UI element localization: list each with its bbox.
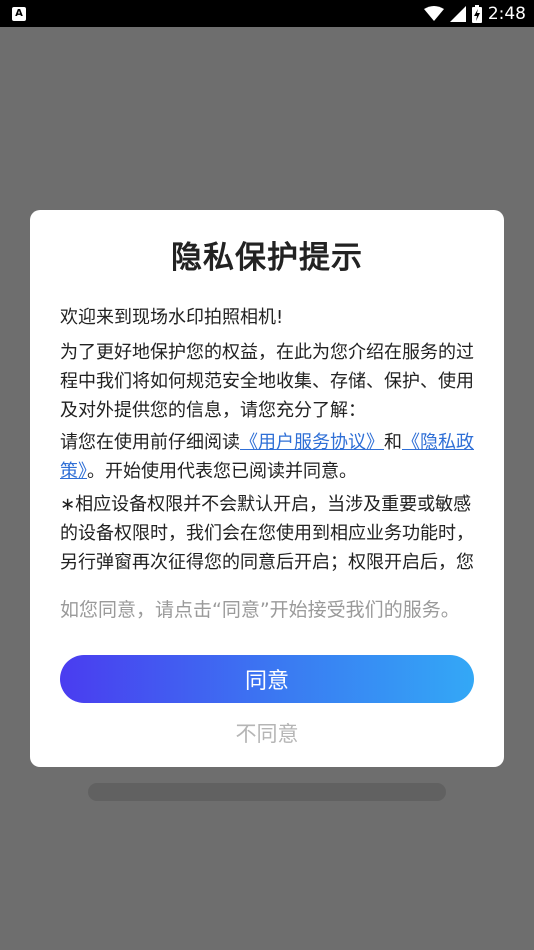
status-icons: 2:48 — [423, 3, 526, 24]
permissions-note[interactable]: ∗相应设备权限并不会默认开启，当涉及重要或敏感的设备权限时，我们会在您使用到相应… — [60, 490, 480, 580]
welcome-text: 欢迎来到现场水印拍照相机! — [60, 307, 284, 328]
read-agreement-text: 请您在使用前仔细阅读《用户服务协议》和《隐私政策》。开始使用代表您已阅读并同意。 — [60, 428, 480, 486]
app-notification-icon: A — [12, 6, 26, 21]
wifi-icon — [423, 5, 444, 21]
consent-hint: 如您同意，请点击“同意”开始接受我们的服务。 — [60, 599, 460, 621]
and-text: 和 — [384, 432, 402, 453]
battery-icon — [471, 4, 482, 23]
cell-signal-icon — [449, 5, 466, 22]
read-suffix: 。开始使用代表您已阅读并同意。 — [87, 461, 357, 482]
dialog-title: 隐私保护提示 — [171, 240, 363, 276]
status-bar: A 2:48 — [0, 0, 534, 27]
agree-button[interactable]: 同意 — [60, 655, 474, 703]
status-time: 2:48 — [487, 3, 526, 24]
disagree-button[interactable]: 不同意 — [0, 718, 534, 748]
read-prefix: 请您在使用前仔细阅读 — [60, 432, 240, 453]
background-placeholder-bar — [88, 783, 446, 801]
intro-text: 为了更好地保护您的权益，在此为您介绍在服务的过程中我们将如何规范安全地收集、存储… — [60, 342, 474, 421]
user-agreement-link[interactable]: 《用户服务协议》 — [240, 432, 384, 453]
